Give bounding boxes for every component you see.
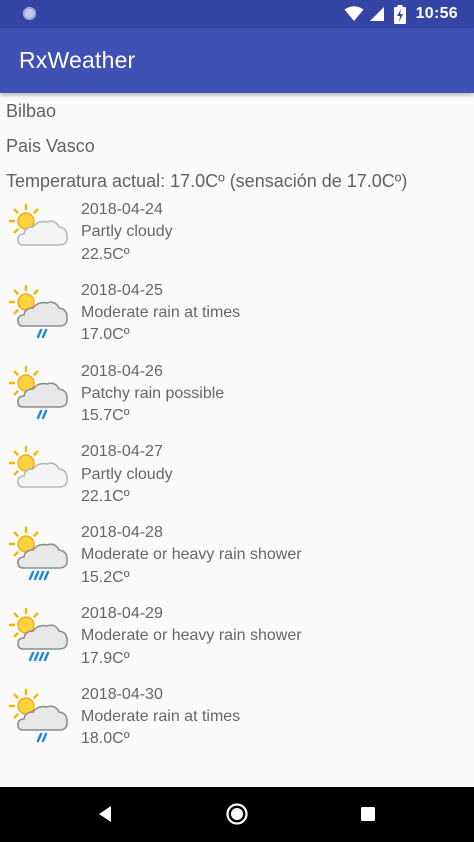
- forecast-text: 2018-04-29 Moderate or heavy rain shower…: [81, 603, 302, 670]
- forecast-temp: 22.5Cº: [81, 245, 130, 263]
- forecast-condition: Moderate or heavy rain shower: [81, 546, 302, 564]
- region-label: Pais Vasco: [6, 136, 95, 156]
- home-icon: [226, 803, 248, 825]
- recents-button[interactable]: [353, 799, 383, 829]
- forecast-date: 2018-04-24: [81, 201, 163, 218]
- forecast-temp: 18.0Cº: [81, 730, 130, 748]
- status-bar: 10:56: [0, 0, 474, 28]
- forecast-temp: 17.9Cº: [81, 649, 130, 667]
- heavy-rain-shower-icon: [9, 526, 68, 581]
- app-bar: RxWeather: [0, 28, 474, 93]
- forecast-text: 2018-04-26 Patchy rain possible 15.7Cº: [81, 361, 224, 428]
- forecast-date: 2018-04-27: [81, 443, 163, 461]
- partly-cloudy-icon: [9, 446, 68, 489]
- forecast-condition: Partly cloudy: [81, 223, 173, 241]
- forecast-condition: Moderate rain at times: [81, 304, 241, 322]
- forecast-text: 2018-04-28 Moderate or heavy rain shower…: [81, 522, 302, 589]
- forecast-date: 2018-04-25: [81, 281, 163, 299]
- status-icons: 10:56: [344, 0, 458, 28]
- back-button[interactable]: [90, 799, 120, 829]
- back-icon: [99, 806, 111, 822]
- forecast-item: 2018-04-30 Moderate rain at times 18.0Cº: [0, 684, 474, 765]
- forecast-date: 2018-04-26: [81, 362, 163, 380]
- forecast-text: 2018-04-24 Partly cloudy 22.5Cº: [81, 199, 173, 266]
- forecast-date: 2018-04-29: [81, 604, 163, 622]
- forecast-temp: 22.1Cº: [81, 487, 130, 505]
- city-label: Bilbao: [6, 101, 57, 121]
- wifi-icon: [344, 6, 364, 21]
- current-temp-label: Temperatura actual: 17.0Cº (sensación de…: [6, 171, 408, 191]
- forecast-item: 2018-04-28 Moderate or heavy rain shower…: [0, 522, 474, 603]
- signal-icon: [369, 7, 384, 21]
- forecast-text: 2018-04-27 Partly cloudy 22.1Cº: [81, 441, 173, 508]
- forecast-temp: 17.0Cº: [81, 326, 130, 344]
- forecast-condition: Moderate or heavy rain shower: [81, 627, 302, 645]
- forecast-item: 2018-04-25 Moderate rain at times 17.0Cº: [0, 280, 474, 361]
- home-button[interactable]: [222, 799, 252, 829]
- forecast-item: 2018-04-24 Partly cloudy 22.5Cº: [0, 199, 474, 280]
- forecast-text: 2018-04-30 Moderate rain at times 18.0Cº: [81, 684, 240, 751]
- forecast-date: 2018-04-30: [81, 685, 163, 703]
- forecast-list: 2018-04-24 Partly cloudy 22.5Cº 2018-04-…: [0, 199, 474, 765]
- main-content: Bilbao Pais Vasco Temperatura actual: 17…: [0, 93, 474, 787]
- forecast-temp: 15.2Cº: [81, 568, 130, 586]
- status-time: 10:56: [415, 5, 458, 22]
- forecast-temp: 15.7Cº: [81, 407, 130, 425]
- moderate-rain-icon: [9, 284, 68, 338]
- forecast-text: 2018-04-25 Moderate rain at times 17.0Cº: [81, 280, 240, 347]
- moderate-rain-icon: [9, 688, 68, 742]
- partly-cloudy-icon: [9, 203, 68, 246]
- app-title: RxWeather: [19, 47, 136, 73]
- battery-charging-icon: [393, 4, 406, 24]
- forecast-condition: Moderate rain at times: [81, 708, 241, 726]
- forecast-date: 2018-04-28: [81, 524, 163, 542]
- forecast-item: 2018-04-26 Patchy rain possible 15.7Cº: [0, 361, 474, 442]
- navigation-bar: [0, 787, 474, 842]
- forecast-item: 2018-04-27 Partly cloudy 22.1Cº: [0, 441, 474, 522]
- forecast-condition: Patchy rain possible: [81, 384, 225, 402]
- recents-icon: [361, 807, 375, 821]
- forecast-condition: Partly cloudy: [81, 465, 173, 483]
- forecast-item: 2018-04-29 Moderate or heavy rain shower…: [0, 603, 474, 684]
- notification-dot-icon: [23, 7, 36, 20]
- heavy-rain-shower-icon: [9, 607, 68, 662]
- patchy-rain-icon: [9, 365, 68, 419]
